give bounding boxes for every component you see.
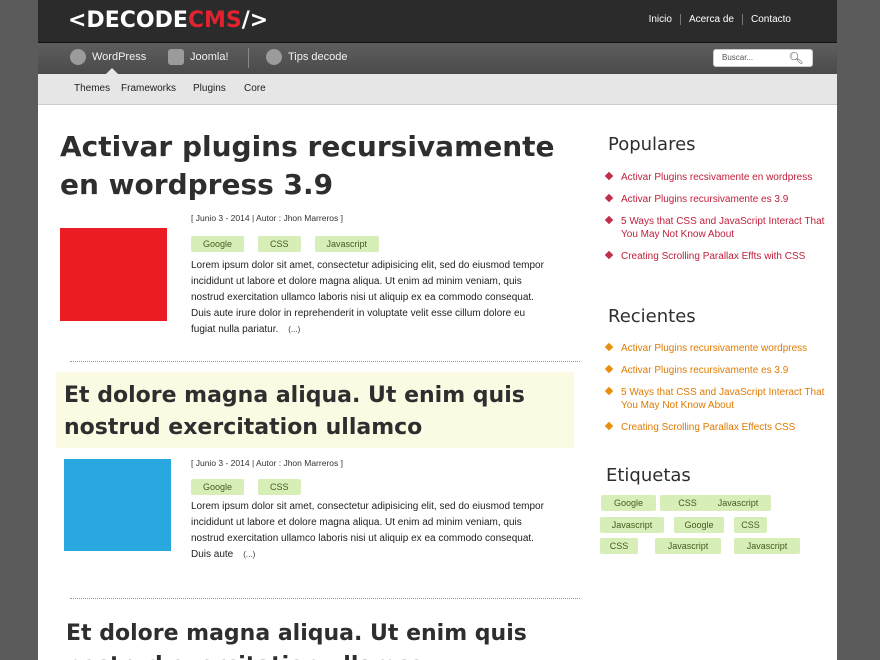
site-logo[interactable]: <DECODECMS/>: [68, 8, 268, 33]
recent-link-text: Creating Scrolling Parallax Effects CSS: [621, 422, 796, 433]
popular-link-text: Activar Plugins recsivamente en wordpres…: [621, 172, 813, 183]
nav-joomla-label: Joomla!: [190, 51, 229, 63]
recientes-title: Recientes: [608, 306, 696, 327]
divider: [70, 361, 580, 362]
logo-decode: <DECODE: [68, 8, 188, 33]
post-meta: [ Junio 3 - 2014 | Autor : Jhon Marreros…: [191, 213, 343, 223]
active-nav-indicator: [106, 68, 118, 74]
post-thumbnail[interactable]: [64, 459, 171, 551]
topnav-contacto[interactable]: Contacto: [741, 14, 799, 25]
nav-tips-label: Tips decode: [288, 51, 348, 63]
popular-link-text: 5 Ways that CSS and JavaScript Interact …: [621, 216, 825, 240]
recent-link[interactable]: Creating Scrolling Parallax Effects CSS: [604, 421, 831, 434]
bullet-icon: [604, 250, 614, 260]
tag[interactable]: Javascript: [734, 538, 800, 554]
bullet-icon: [604, 193, 614, 203]
bullet-icon: [604, 215, 614, 225]
post-title[interactable]: Activar plugins recursivamente en wordpr…: [60, 128, 580, 204]
post-thumbnail[interactable]: [60, 228, 167, 321]
top-header: <DECODECMS/> Inicio Acerca de Contacto: [38, 0, 837, 43]
post-tags: Google CSS Javascript: [191, 236, 380, 252]
tag[interactable]: CSS: [258, 479, 301, 495]
post-tags: Google CSS: [191, 479, 301, 495]
populares-list: Activar Plugins recsivamente en wordpres…: [604, 171, 831, 272]
nav-tips[interactable]: Tips decode: [266, 49, 348, 65]
tag[interactable]: Google: [191, 236, 245, 252]
popular-link[interactable]: Creating Scrolling Parallax Effts with C…: [604, 250, 831, 263]
post-title[interactable]: Et dolore magna aliqua. Ut enim quis nos…: [66, 618, 566, 660]
topnav-acerca[interactable]: Acerca de: [679, 14, 742, 25]
popular-link[interactable]: 5 Ways that CSS and JavaScript Interact …: [604, 215, 831, 241]
nav-wordpress[interactable]: WordPress: [70, 49, 146, 65]
nav-joomla[interactable]: Joomla!: [168, 49, 229, 65]
post-title[interactable]: Et dolore magna aliqua. Ut enim quis nos…: [64, 380, 564, 444]
popular-link-text: Creating Scrolling Parallax Effts with C…: [621, 251, 806, 262]
tag[interactable]: Google: [191, 479, 245, 495]
recent-link[interactable]: Activar Plugins recursivamente es 3.9: [604, 364, 831, 377]
subnav-themes[interactable]: Themes: [74, 83, 110, 94]
tag[interactable]: Javascript: [705, 495, 771, 511]
post-excerpt: Lorem ipsum dolor sit amet, consectetur …: [191, 499, 551, 563]
tag[interactable]: Javascript: [600, 517, 664, 533]
tag[interactable]: Javascript: [655, 538, 721, 554]
populares-title: Populares: [608, 134, 696, 155]
post-meta: [ Junio 3 - 2014 | Autor : Jhon Marreros…: [191, 458, 343, 468]
main-nav: WordPress Joomla! Tips decode Buscar... …: [38, 43, 837, 74]
subnav-core[interactable]: Core: [244, 83, 266, 94]
tag[interactable]: Javascript: [314, 236, 380, 252]
post-excerpt: Lorem ipsum dolor sit amet, consectetur …: [191, 258, 551, 338]
topnav-inicio[interactable]: Inicio: [641, 14, 680, 25]
tag[interactable]: CSS: [734, 517, 767, 533]
logo-close: />: [241, 8, 269, 33]
divider: [70, 598, 580, 599]
search-icon[interactable]: 🔍︎: [788, 49, 804, 67]
bullet-icon: [604, 342, 614, 352]
recent-link[interactable]: Activar Plugins recursivamente wordpress: [604, 342, 831, 355]
subnav-frameworks[interactable]: Frameworks: [121, 83, 176, 94]
tag[interactable]: Google: [601, 495, 656, 511]
popular-link-text: Activar Plugins recursivamente es 3.9: [621, 194, 789, 205]
nav-wordpress-label: WordPress: [92, 51, 147, 63]
bullet-icon: [604, 421, 614, 431]
top-nav: Inicio Acerca de Contacto: [641, 14, 799, 25]
gear-icon: [266, 49, 282, 65]
recent-link-text: Activar Plugins recursivamente es 3.9: [621, 365, 789, 376]
page: <DECODECMS/> Inicio Acerca de Contacto Wor…: [38, 0, 837, 660]
bullet-icon: [604, 386, 614, 396]
excerpt-text: Lorem ipsum dolor sit amet, consectetur …: [191, 260, 544, 335]
search-placeholder: Buscar...: [722, 53, 754, 62]
popular-link[interactable]: Activar Plugins recursivamente es 3.9: [604, 193, 831, 206]
etiquetas-title: Etiquetas: [606, 465, 691, 486]
bullet-icon: [604, 171, 614, 181]
tag[interactable]: CSS: [258, 236, 301, 252]
recent-link-text: 5 Ways that CSS and JavaScript Interact …: [621, 387, 825, 411]
bullet-icon: [604, 364, 614, 374]
joomla-icon: [168, 49, 184, 65]
tag[interactable]: Google: [674, 517, 724, 533]
sub-nav: Themes Frameworks Plugins Core: [38, 74, 837, 105]
recent-link-text: Activar Plugins recursivamente wordpress: [621, 343, 808, 354]
read-more[interactable]: (...): [243, 550, 255, 559]
nav-divider: [248, 48, 249, 68]
logo-cms: CMS: [187, 8, 242, 33]
subnav-plugins[interactable]: Plugins: [193, 83, 226, 94]
recent-link[interactable]: 5 Ways that CSS and JavaScript Interact …: [604, 386, 831, 412]
popular-link[interactable]: Activar Plugins recsivamente en wordpres…: [604, 171, 831, 184]
tag[interactable]: CSS: [600, 538, 638, 554]
recientes-list: Activar Plugins recursivamente wordpress…: [604, 342, 831, 443]
wordpress-icon: [70, 49, 86, 65]
read-more[interactable]: (...): [288, 325, 300, 334]
